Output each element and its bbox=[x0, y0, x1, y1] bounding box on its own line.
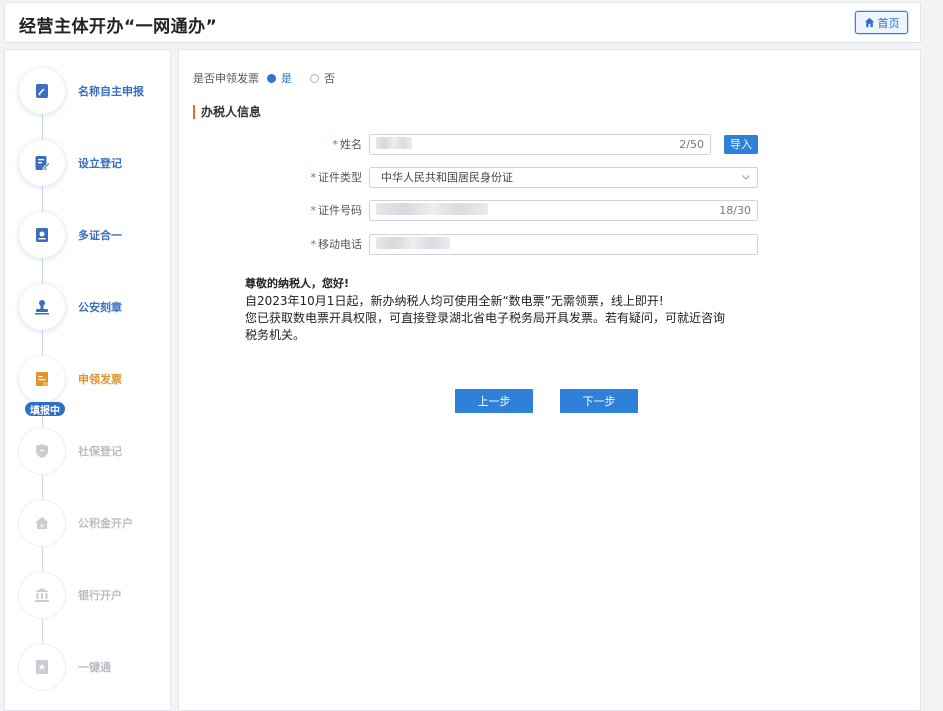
id-number-input[interactable]: 18/30 bbox=[369, 199, 758, 221]
section-title: 办税人信息 bbox=[193, 105, 261, 119]
page-title: 经营主体开办“一网通办” bbox=[19, 17, 218, 37]
step-bank-account[interactable]: 银行开户 bbox=[19, 570, 169, 620]
svg-text:¥: ¥ bbox=[40, 523, 44, 530]
seal-stamp-icon bbox=[35, 300, 49, 315]
step-label: 名称自主申报 bbox=[78, 85, 144, 98]
char-counter: 18/30 bbox=[719, 203, 751, 217]
notice-line: 自2023年10月1日起，新办纳税人均可使用全新“数电票”无需领票，线上即开! bbox=[245, 294, 664, 308]
step-label: 多证合一 bbox=[78, 229, 122, 242]
form-row-name: * 姓名 2/50 导入 bbox=[279, 133, 758, 155]
name-declare-icon bbox=[36, 84, 48, 98]
next-step-button[interactable]: 下一步 bbox=[560, 389, 638, 413]
invoice-radio-no[interactable]: 否 bbox=[310, 70, 335, 86]
invoice-question: 是否申领发票 是 否 bbox=[193, 70, 335, 86]
step-circle bbox=[19, 212, 65, 258]
radio-dot[interactable] bbox=[267, 73, 276, 83]
field-label: * 姓名 bbox=[332, 138, 363, 151]
home-button[interactable]: 首页 bbox=[855, 11, 908, 34]
form-row-id-number: * 证件号码 18/30 bbox=[279, 199, 758, 221]
step-label: 设立登记 bbox=[78, 157, 122, 170]
radio-label: 否 bbox=[324, 72, 335, 85]
step-label: 公积金开户 bbox=[78, 517, 133, 530]
step-seal-stamp[interactable]: 公安刻章 bbox=[19, 282, 169, 332]
step-sidebar: 名称自主申报 设立登记 多证合一 公安刻章 申领发票 填报中 社保登记 ¥ 公积… bbox=[4, 49, 171, 711]
housing-fund-icon: ¥ bbox=[35, 517, 49, 530]
notice-text: 尊敬的纳税人，您好! 自2023年10月1日起，新办纳税人均可使用全新“数电票”… bbox=[245, 275, 765, 344]
main-panel: 是否申领发票 是 否 办税人信息 * 姓名 2/50 导入 * 证件类型 中华人民共… bbox=[178, 49, 921, 711]
id-type-value: 中华人民共和国居民身份证 bbox=[381, 171, 513, 184]
invoice-radio-yes[interactable]: 是 bbox=[267, 70, 292, 86]
char-counter: 2/50 bbox=[679, 137, 704, 151]
prev-step-button[interactable]: 上一步 bbox=[455, 389, 533, 413]
step-circle bbox=[19, 284, 65, 330]
registration-edit-icon bbox=[35, 156, 51, 170]
step-license-merge[interactable]: 多证合一 bbox=[19, 210, 169, 260]
step-circle bbox=[19, 356, 65, 402]
step-one-click[interactable]: 一键通 bbox=[19, 642, 169, 692]
page-header: 经营主体开办“一网通办” 首页 bbox=[4, 2, 921, 43]
social-security-shield-icon bbox=[36, 444, 48, 458]
notice-line: 您已获取数电票开具权限，可直接登录湖北省电子税务局开具发票。若有疑问，可就近咨询 bbox=[245, 311, 726, 325]
license-merge-icon bbox=[36, 228, 48, 242]
status-badge: 填报中 bbox=[25, 402, 65, 417]
step-invoice[interactable]: 申领发票 bbox=[19, 354, 169, 404]
step-name-declare[interactable]: 名称自主申报 bbox=[19, 66, 169, 116]
one-click-icon bbox=[36, 660, 48, 674]
bank-icon bbox=[35, 588, 49, 602]
step-label: 申领发票 bbox=[78, 373, 122, 386]
name-input[interactable]: 2/50 bbox=[369, 133, 711, 155]
step-circle bbox=[19, 68, 65, 114]
notice-greeting: 尊敬的纳税人，您好! bbox=[245, 277, 350, 290]
radio-dot[interactable] bbox=[310, 73, 319, 83]
notice-line: 税务机关。 bbox=[245, 328, 306, 342]
step-label: 银行开户 bbox=[78, 589, 122, 602]
radio-label: 是 bbox=[281, 72, 292, 85]
step-label: 公安刻章 bbox=[78, 301, 122, 314]
step-housing-fund[interactable]: ¥ 公积金开户 bbox=[19, 498, 169, 548]
id-type-select[interactable]: 中华人民共和国居民身份证 bbox=[369, 166, 758, 188]
home-icon bbox=[864, 17, 874, 28]
import-button[interactable]: 导入 bbox=[724, 134, 758, 154]
step-circle: ¥ bbox=[19, 500, 65, 546]
form-row-id-type: * 证件类型 中华人民共和国居民身份证 bbox=[279, 166, 758, 188]
chevron-down-icon bbox=[742, 175, 750, 180]
redacted-value bbox=[376, 202, 488, 215]
step-label: 一键通 bbox=[78, 661, 111, 674]
step-label: 社保登记 bbox=[78, 445, 122, 458]
home-button-label: 首页 bbox=[877, 16, 900, 30]
invoice-icon bbox=[36, 372, 48, 386]
field-label: * 证件号码 bbox=[310, 204, 363, 217]
field-label: * 移动电话 bbox=[310, 238, 363, 251]
step-circle bbox=[19, 428, 65, 474]
step-circle bbox=[19, 644, 65, 690]
invoice-question-label: 是否申领发票 bbox=[193, 72, 259, 85]
mobile-input[interactable] bbox=[369, 233, 758, 255]
field-label: * 证件类型 bbox=[310, 171, 363, 184]
step-registration[interactable]: 设立登记 bbox=[19, 138, 169, 188]
step-social-security[interactable]: 社保登记 bbox=[19, 426, 169, 476]
redacted-value bbox=[376, 136, 412, 149]
required-mark: * bbox=[332, 138, 339, 151]
form-row-mobile: * 移动电话 bbox=[279, 233, 758, 255]
redacted-value bbox=[376, 236, 450, 249]
step-circle bbox=[19, 140, 65, 186]
step-circle bbox=[19, 572, 65, 618]
